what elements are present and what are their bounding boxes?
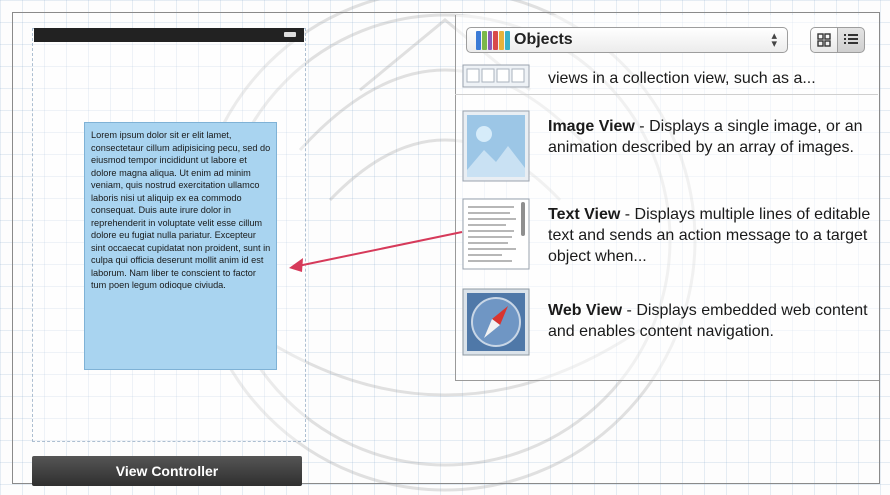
library-item-description: Web View - Displays embedded web content… xyxy=(548,302,868,340)
grid-view-button[interactable] xyxy=(810,27,838,53)
objects-library-icon xyxy=(476,31,510,50)
status-bar xyxy=(34,28,304,42)
library-item-title: Text View xyxy=(548,206,621,223)
collection-view-icon[interactable] xyxy=(462,64,530,88)
library-item-description: Text View - Displays multiple lines of e… xyxy=(548,206,871,265)
list-view-button[interactable] xyxy=(837,27,865,53)
image-view-icon[interactable] xyxy=(462,110,530,182)
web-view-icon[interactable] xyxy=(462,288,530,356)
updown-chevron-icon: ▴ ▾ xyxy=(771,30,777,50)
library-item-title: Image View xyxy=(548,118,635,135)
text-view[interactable]: Lorem ipsum dolor sit er elit lamet, con… xyxy=(84,122,277,370)
library-item-description: views in a collection view, such as a... xyxy=(548,70,816,87)
battery-icon xyxy=(284,32,296,37)
library-item-description: Image View - Displays a single image, or… xyxy=(548,118,863,156)
text-view-icon[interactable] xyxy=(462,198,530,270)
library-item-title: Web View xyxy=(548,302,623,319)
library-dropdown[interactable]: Objects ▴ ▾ xyxy=(466,27,788,53)
view-controller-bar[interactable]: View Controller xyxy=(32,456,302,486)
grid-view-icon xyxy=(817,33,831,47)
divider xyxy=(455,94,878,95)
list-view-icon xyxy=(844,34,858,44)
dropdown-label: Objects xyxy=(514,31,573,48)
